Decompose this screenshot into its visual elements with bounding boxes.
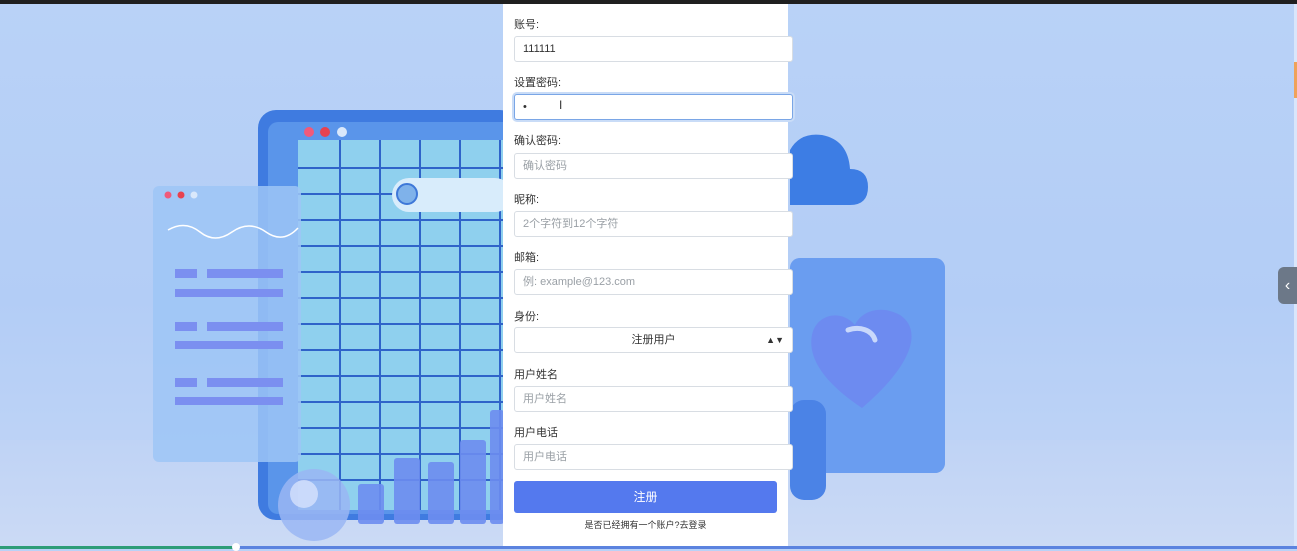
password-input[interactable]: • bbox=[514, 94, 793, 120]
nickname-label: 昵称: bbox=[514, 194, 540, 206]
confirm-password-label: 确认密码: bbox=[514, 135, 562, 147]
register-button[interactable]: 注册 bbox=[514, 481, 777, 513]
bottom-progress-handle[interactable] bbox=[232, 543, 240, 551]
role-selected-value: 注册用户 bbox=[631, 334, 676, 346]
email-input[interactable]: 例: example@123.com bbox=[514, 269, 793, 295]
select-arrows-icon: ▲▼ bbox=[766, 335, 784, 345]
role-select[interactable]: 注册用户 ▲▼ bbox=[514, 327, 793, 353]
account-label: 账号: bbox=[514, 19, 540, 31]
password-label: 设置密码: bbox=[514, 77, 562, 89]
phone-input[interactable]: 用户电话 bbox=[514, 444, 793, 470]
username-label: 用户姓名 bbox=[514, 369, 558, 381]
register-form-card: 账号: 111111 设置密码: • I 确认密码: 确认密码 昵称: 2个字符… bbox=[503, 4, 793, 546]
role-label: 身份: bbox=[514, 311, 540, 323]
chevron-left-icon: ‹ bbox=[1284, 277, 1291, 294]
email-label: 邮箱: bbox=[514, 252, 540, 264]
account-input[interactable]: 111111 bbox=[514, 36, 793, 62]
nickname-input[interactable]: 2个字符到12个字符 bbox=[514, 211, 793, 237]
side-panel-toggle[interactable]: ‹ bbox=[1278, 267, 1297, 304]
username-input[interactable]: 用户姓名 bbox=[514, 386, 793, 412]
login-link[interactable]: 是否已经拥有一个账户?去登录 bbox=[503, 518, 788, 531]
confirm-password-input[interactable]: 确认密码 bbox=[514, 153, 793, 179]
phone-label: 用户电话 bbox=[514, 427, 558, 439]
text-cursor-icon: I bbox=[559, 98, 563, 112]
